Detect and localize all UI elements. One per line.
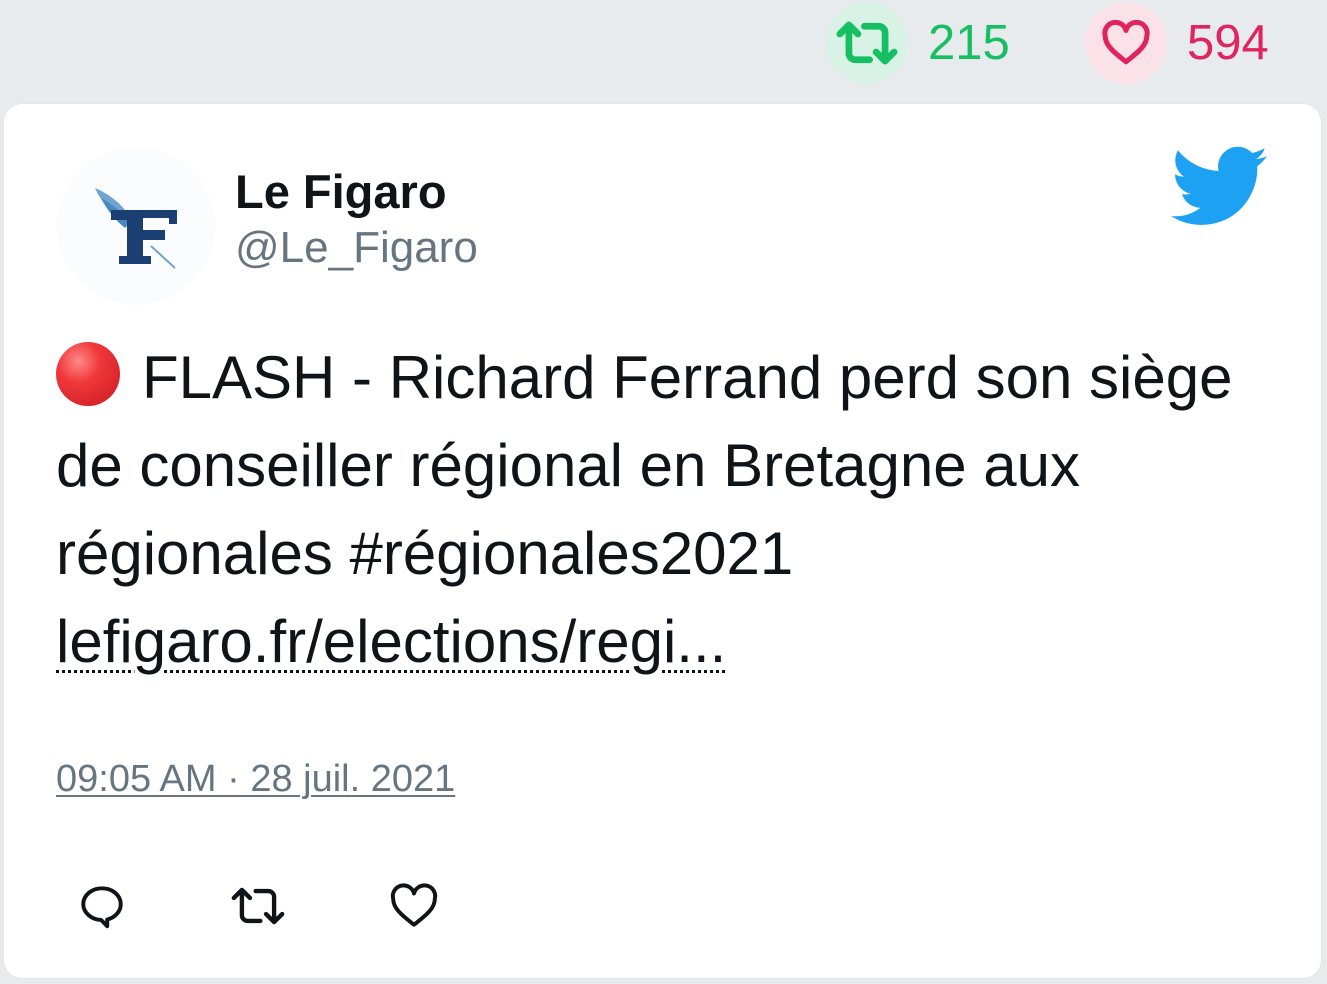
red-circle-emoji: [56, 342, 120, 406]
tweet-card: Le Figaro @Le_Figaro FLASH - Richard Fer…: [4, 104, 1321, 978]
heart-icon[interactable]: [1085, 2, 1167, 84]
retweet-icon[interactable]: [228, 876, 288, 936]
author-info[interactable]: Le Figaro @Le_Figaro: [235, 166, 478, 272]
reply-icon[interactable]: [72, 876, 132, 936]
retweet-icon[interactable]: [826, 2, 908, 84]
retweet-count: 215: [928, 15, 1010, 70]
retweet-stat[interactable]: 215: [826, 2, 1010, 84]
tweet-actions: [72, 876, 444, 936]
author-name[interactable]: Le Figaro: [235, 166, 478, 218]
like-icon[interactable]: [384, 876, 444, 936]
tweet-text: FLASH - Richard Ferrand perd son siège d…: [56, 334, 1286, 686]
like-count: 594: [1187, 15, 1269, 70]
le-figaro-logo: [95, 188, 177, 269]
tweet-stats-bar: 215 594: [0, 0, 1327, 95]
tweet-link[interactable]: lefigaro.fr/elections/regi...: [56, 608, 726, 675]
like-stat[interactable]: 594: [1085, 2, 1269, 84]
tweet-body: FLASH - Richard Ferrand perd son siège d…: [56, 344, 1233, 587]
twitter-bird-icon[interactable]: [1171, 146, 1269, 228]
author-avatar[interactable]: [59, 149, 213, 303]
tweet-timestamp[interactable]: 09:05 AM · 28 juil. 2021: [56, 758, 455, 801]
author-handle[interactable]: @Le_Figaro: [235, 223, 478, 272]
